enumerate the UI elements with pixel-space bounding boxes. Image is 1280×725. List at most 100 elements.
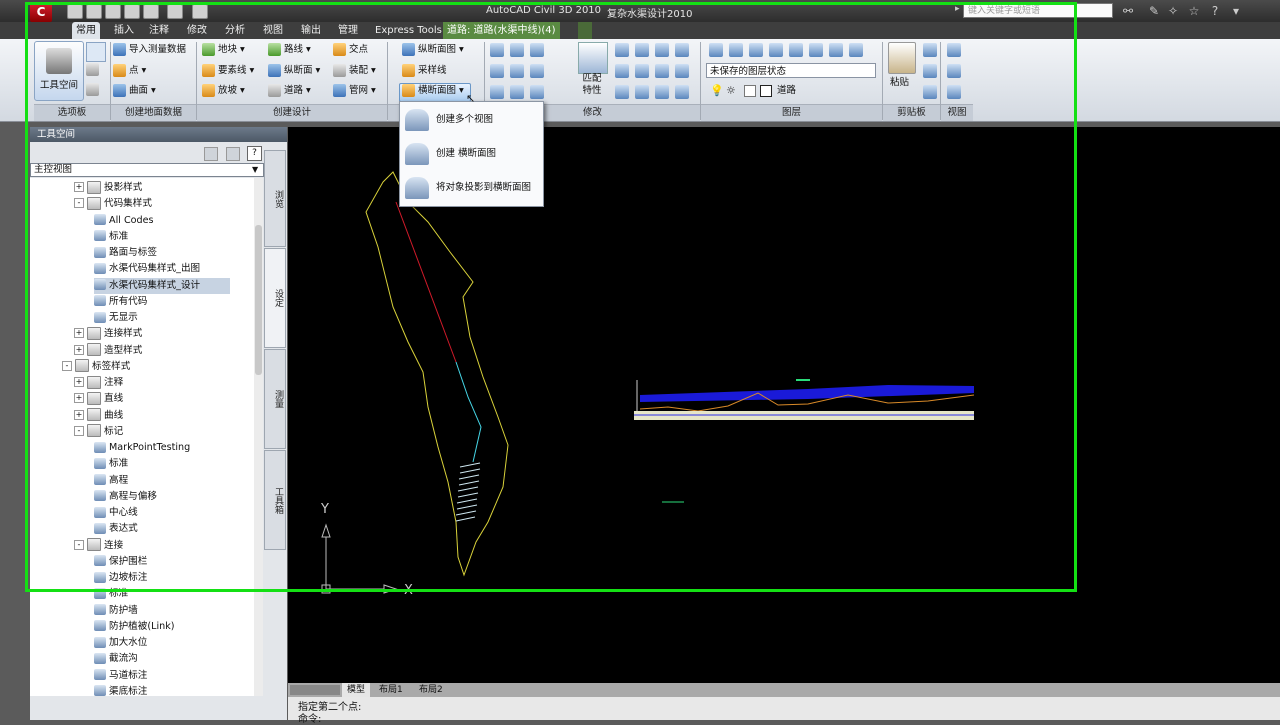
layout-nav-arrows[interactable] bbox=[290, 685, 340, 695]
command-line[interactable]: 指定第二个点: 命令: bbox=[288, 697, 1280, 725]
tree-node[interactable]: 无显示 bbox=[94, 310, 138, 326]
tree-node[interactable]: 标准 bbox=[94, 456, 128, 472]
redo-icon[interactable] bbox=[167, 4, 183, 19]
mirror-icon[interactable] bbox=[615, 64, 629, 78]
match-clip-icon[interactable] bbox=[923, 85, 937, 99]
layer-walk-icon[interactable] bbox=[849, 43, 863, 57]
side-tab-survey[interactable]: 测量 bbox=[264, 349, 286, 449]
tree-node[interactable]: 保护围栏 bbox=[94, 554, 147, 570]
paste-icon[interactable] bbox=[888, 42, 916, 74]
points-button[interactable]: 点 ▾ bbox=[113, 62, 146, 80]
layer-properties-icon[interactable] bbox=[709, 43, 723, 57]
tree-node[interactable]: 高程与偏移 bbox=[94, 489, 157, 505]
extend-icon[interactable] bbox=[675, 64, 689, 78]
tree-node[interactable]: 水渠代码集样式_出图 bbox=[94, 261, 200, 277]
offset-icon[interactable] bbox=[675, 85, 689, 99]
rectangle-icon[interactable] bbox=[530, 64, 544, 78]
stretch-icon[interactable] bbox=[635, 64, 649, 78]
ribbon-minimize-icon[interactable] bbox=[578, 22, 592, 39]
palette-help-icon[interactable]: ? bbox=[247, 146, 262, 161]
grid-icon[interactable] bbox=[530, 85, 544, 99]
tree-node[interactable]: - 标签样式 bbox=[62, 359, 130, 375]
qat-dropdown-icon[interactable] bbox=[192, 4, 208, 19]
rotate-icon[interactable] bbox=[635, 43, 649, 57]
search-input[interactable]: 键入关键字或短语 bbox=[963, 3, 1113, 18]
tree-node[interactable]: 渠底标注 bbox=[94, 684, 147, 696]
layer-match-icon[interactable] bbox=[829, 43, 843, 57]
collapse-icon[interactable]: - bbox=[74, 425, 84, 436]
trim-icon[interactable] bbox=[655, 43, 669, 57]
expand-icon[interactable]: + bbox=[74, 344, 84, 355]
tree-node[interactable]: 路面与标签 bbox=[94, 245, 157, 261]
collapse-icon[interactable]: - bbox=[74, 539, 84, 550]
polyline-icon[interactable] bbox=[510, 43, 524, 57]
open-file-icon[interactable] bbox=[86, 4, 102, 19]
pipe-network-button[interactable]: 管网 ▾ bbox=[333, 82, 376, 100]
help-dropdown-icon[interactable]: ▾ bbox=[1228, 3, 1244, 19]
panel-title-ground-data[interactable]: 创建地面数据 bbox=[111, 104, 196, 121]
tree-node[interactable]: 标准 bbox=[94, 586, 128, 602]
surfaces-button[interactable]: 曲面 ▾ bbox=[113, 82, 156, 100]
print-icon[interactable] bbox=[124, 4, 140, 19]
spline-icon[interactable] bbox=[490, 85, 504, 99]
current-layer-select[interactable]: 道路 bbox=[774, 83, 876, 98]
sample-line-button[interactable]: 采样线 bbox=[402, 62, 447, 80]
tree-node[interactable]: 水渠代码集样式_设计 bbox=[94, 277, 231, 294]
tree-node[interactable]: 马道标注 bbox=[94, 668, 147, 684]
alignment-button[interactable]: 路线 ▾ bbox=[268, 41, 311, 59]
scale-icon[interactable] bbox=[655, 64, 669, 78]
tree-node[interactable]: 中心线 bbox=[94, 505, 138, 521]
tree-node[interactable]: All Codes bbox=[94, 213, 154, 229]
tab-manage[interactable]: 管理 bbox=[334, 22, 362, 39]
panel-title-layers[interactable]: 图层 bbox=[701, 104, 882, 121]
tree-node[interactable]: + 曲线 bbox=[74, 408, 123, 424]
erase-icon[interactable] bbox=[615, 85, 629, 99]
panel-title-view[interactable]: 视图 bbox=[941, 104, 973, 121]
toolspace-button[interactable]: 工具空间 bbox=[34, 41, 84, 101]
layer-state-select[interactable]: 未保存的图层状态 bbox=[706, 63, 876, 78]
tab-view[interactable]: 视图 bbox=[259, 22, 287, 39]
panorama-icon[interactable] bbox=[86, 83, 104, 99]
tree-node[interactable]: 高程 bbox=[94, 473, 128, 489]
tool-palettes-icon[interactable] bbox=[86, 42, 106, 62]
layer-lock-icon-2[interactable] bbox=[744, 85, 756, 97]
tree-node[interactable]: - 代码集样式 bbox=[74, 196, 152, 212]
palette-title[interactable]: 工具空间 bbox=[30, 127, 287, 142]
create-section-view-item[interactable]: 创建 横断面图 bbox=[402, 138, 540, 170]
assembly-button[interactable]: 装配 ▾ bbox=[333, 62, 376, 80]
tree-node[interactable]: 所有代码 bbox=[94, 294, 147, 310]
side-tab-toolbox[interactable]: 工具箱 bbox=[264, 450, 286, 550]
move-icon[interactable] bbox=[615, 43, 629, 57]
copy-icon[interactable] bbox=[675, 43, 689, 57]
layer-states-icon[interactable] bbox=[729, 43, 743, 57]
zoom-icon[interactable] bbox=[947, 85, 961, 99]
corridor-button[interactable]: 道路 ▾ bbox=[268, 82, 311, 100]
layer-freeze-icon[interactable] bbox=[789, 43, 803, 57]
properties-icon[interactable] bbox=[86, 63, 104, 79]
tab-layout2[interactable]: 布局2 bbox=[414, 683, 448, 697]
tree-node[interactable]: - 标记 bbox=[74, 424, 123, 440]
point-icon[interactable] bbox=[490, 64, 504, 78]
tree-node[interactable]: 标准 bbox=[94, 229, 128, 245]
profile-button[interactable]: 纵断面 ▾ bbox=[268, 62, 320, 80]
search-expand-icon[interactable]: ▸ bbox=[955, 4, 960, 14]
new-file-icon[interactable] bbox=[67, 4, 83, 19]
cut-icon[interactable] bbox=[923, 43, 937, 57]
layer-isolate-icon[interactable] bbox=[749, 43, 763, 57]
project-objects-item[interactable]: 将对象投影到横断面图 bbox=[402, 172, 540, 204]
grading-button[interactable]: 放坡 ▾ bbox=[202, 82, 245, 100]
tree-node[interactable]: 表达式 bbox=[94, 521, 138, 537]
pan-icon[interactable] bbox=[947, 43, 961, 57]
circle-icon[interactable] bbox=[510, 64, 524, 78]
favorites-icon[interactable]: ☆ bbox=[1186, 3, 1202, 19]
array-icon[interactable] bbox=[655, 85, 669, 99]
tools-icon[interactable]: ✎ bbox=[1146, 3, 1162, 19]
lightbulb-icon[interactable]: 💡 bbox=[710, 84, 724, 97]
match-properties-label[interactable]: 匹配 特性 bbox=[578, 73, 606, 97]
panel-title-clipboard[interactable]: 剪贴板 bbox=[883, 104, 940, 121]
tree-node[interactable]: MarkPointTesting bbox=[94, 440, 190, 456]
tab-layout1[interactable]: 布局1 bbox=[374, 683, 408, 697]
tree-node[interactable]: 防护植被(Link) bbox=[94, 619, 175, 635]
undo-arc-icon[interactable] bbox=[530, 43, 544, 57]
palette-grid-icon[interactable] bbox=[226, 147, 240, 161]
